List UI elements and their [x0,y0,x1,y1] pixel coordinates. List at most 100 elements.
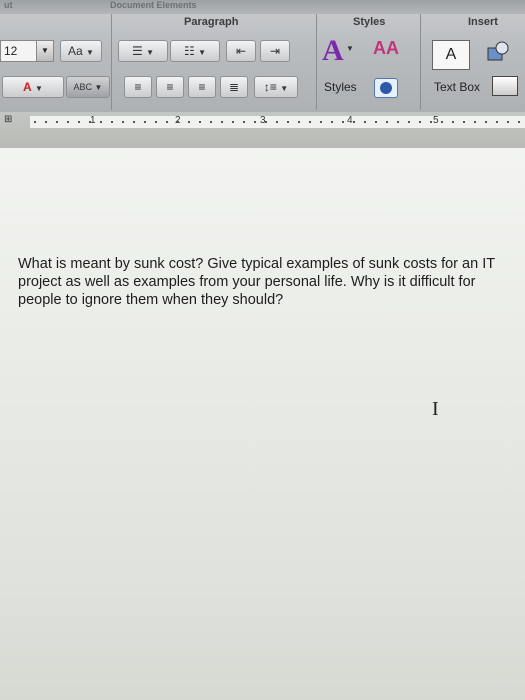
ruler-tick [122,121,124,123]
paragraph-group-title: Paragraph [184,16,239,28]
ruler-tick [100,121,102,123]
shape-icon[interactable] [486,40,510,64]
increase-indent-button[interactable]: ⇥ [260,40,290,62]
styles-group-title: Styles [353,16,386,28]
highlight-button[interactable]: ABC ▼ [66,76,110,98]
insert-group-title: Insert [468,16,498,28]
ruler-tick [408,121,410,123]
ruler-tick [265,121,267,123]
bullet-list-icon: ☰ [131,44,143,58]
horizontal-ruler[interactable]: ⊞ 1 2 3 4 5 [0,112,525,148]
ruler-tick [221,121,223,123]
ruler-tick [34,121,36,123]
group-divider [316,14,317,110]
align-right-button[interactable]: ≡ [188,76,216,98]
bullets-button[interactable]: ☰ ▼ [118,40,168,62]
ruler-tick [375,121,377,123]
align-right-icon: ≡ [198,80,206,94]
ruler-tick [518,121,520,123]
line-spacing-icon: ↕≡ [263,80,277,94]
ruler-tick [353,121,355,123]
ruler-tick [133,121,135,123]
decrease-indent-button[interactable]: ⇤ [226,40,256,62]
document-page[interactable]: What is meant by sunk cost? Give typical… [0,148,525,700]
text-effects-icon[interactable]: A [322,36,344,66]
ruler-tick [298,121,300,123]
numbering-button[interactable]: ☷ ▼ [170,40,220,62]
ruler-tick [199,121,201,123]
chevron-down-icon[interactable]: ▼ [36,41,53,61]
ruler-tick [507,121,509,123]
text-cursor-icon: I [432,398,439,420]
numbered-list-icon: ☷ [183,44,195,58]
picture-icon[interactable] [492,76,518,96]
ruler-tick [45,121,47,123]
ruler-tick [397,121,399,123]
ruler-tick [496,121,498,123]
styles-pane-icon[interactable] [374,78,398,98]
ruler-tick [364,121,366,123]
text-box-button-label[interactable]: Text Box [434,80,480,94]
indent-marker-icon[interactable]: ⊞ [4,114,14,125]
chevron-down-icon[interactable]: ▼ [346,44,354,53]
ruler-tick [111,121,113,123]
ruler-tick [320,121,322,123]
ruler-tick [67,121,69,123]
ruler-tick [56,121,58,123]
chevron-down-icon: ▼ [94,83,103,92]
justify-button[interactable]: ≣ [220,76,248,98]
ruler-tick [166,121,168,123]
ruler-tick [210,121,212,123]
font-size-grow-icon[interactable]: AA [373,38,399,59]
ruler-tick [177,121,179,123]
grow-font-button[interactable]: Aa ▼ [60,40,102,62]
ruler-tick [155,121,157,123]
chevron-down-icon: ▼ [280,84,289,93]
window-top-strip: ut Document Elements [0,0,525,14]
ribbon-toolbar: ut Document Elements Paragraph Styles In… [0,0,525,113]
ruler-tick [463,121,465,123]
ruler-tick [386,121,388,123]
text-box-icon-label: A [445,46,457,63]
chevron-down-icon: ▼ [198,48,207,57]
align-center-icon: ≡ [166,80,174,94]
ruler-tick [342,121,344,123]
ruler-tick [254,121,256,123]
styles-button-label[interactable]: Styles [324,80,357,94]
chevron-down-icon: ▼ [146,48,155,57]
grow-font-label: Aa [68,44,83,58]
ruler-tick [232,121,234,123]
window-fragment: ut [4,0,13,10]
tab-document-elements[interactable]: Document Elements [110,0,197,10]
align-center-button[interactable]: ≡ [156,76,184,98]
line-spacing-button[interactable]: ↕≡ ▼ [254,76,298,98]
ruler-tick [276,121,278,123]
chevron-down-icon: ▼ [35,84,43,93]
ruler-tick [287,121,289,123]
ruler-tick [144,121,146,123]
ruler-tick [485,121,487,123]
indent-icon: ⇥ [269,44,281,58]
ruler-tick [419,121,421,123]
group-divider [111,14,112,110]
ruler-tick [331,121,333,123]
outdent-icon: ⇤ [235,44,247,58]
ruler-tick [188,121,190,123]
ruler-tick [441,121,443,123]
align-left-icon: ≡ [134,80,142,94]
ruler-tick [89,121,91,123]
justify-icon: ≣ [228,80,240,94]
ruler-tick [474,121,476,123]
ruler-tick [309,121,311,123]
highlight-label: ABC [73,82,93,92]
font-size-select[interactable]: 12 ▼ [0,40,54,62]
ruler-tick [243,121,245,123]
align-left-button[interactable]: ≡ [124,76,152,98]
chevron-down-icon: ▼ [86,48,94,57]
ruler-tick [452,121,454,123]
text-box-icon[interactable]: A [432,40,470,70]
document-paragraph[interactable]: What is meant by sunk cost? Give typical… [18,255,518,309]
font-color-button[interactable]: A ▼ [2,76,64,98]
ruler-tick [78,121,80,123]
group-divider [420,14,421,110]
